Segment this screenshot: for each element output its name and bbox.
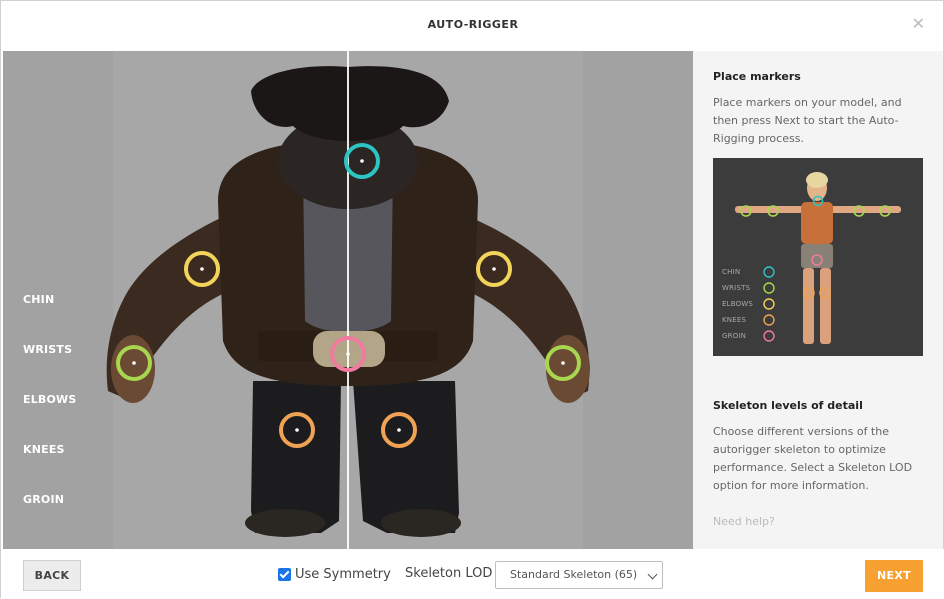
model-hat [251,66,449,141]
model-right-boot [381,509,461,537]
next-button[interactable]: NEXT [865,560,923,592]
preview-label-wrists: WRISTS [722,284,751,292]
marker-label-elbows[interactable]: ELBOWS [23,393,77,406]
symmetry-label[interactable]: Use Symmetry [295,567,391,582]
dialog-header: AUTO-RIGGER ✕ [1,1,944,51]
character-model [106,51,590,549]
need-help-link[interactable]: Need help? [713,515,775,528]
back-button[interactable]: BACK [23,560,81,591]
marker-preview-image: CHIN WRISTS ELBOWS KNEES GROIN [713,158,923,356]
preview-label-chin: CHIN [722,268,741,276]
dialog-footer: BACK Use Symmetry Skeleton LOD Standard … [1,549,944,599]
close-icon[interactable]: ✕ [912,16,925,32]
preview-label-knees: KNEES [722,316,747,324]
symmetry-checkbox[interactable] [278,567,291,581]
dialog-title: AUTO-RIGGER [427,18,519,31]
model-left-boot [245,509,325,537]
skeleton-lod-title: Skeleton levels of detail [713,399,863,412]
model-right-hand [546,335,590,403]
skeleton-lod-select[interactable]: Standard Skeleton (65) [495,561,663,589]
marker-label-wrists[interactable]: WRISTS [23,343,72,356]
place-markers-title: Place markers [713,70,801,83]
marker-label-knees[interactable]: KNEES [23,443,65,456]
instructions-panel: Place markers Place markers on your mode… [693,51,943,549]
marker-label-groin[interactable]: GROIN [23,493,64,506]
preview-label-elbows: ELBOWS [722,300,754,308]
chevron-down-icon [647,569,658,580]
symmetry-toggle[interactable]: Use Symmetry [278,566,391,582]
preview-figure [713,158,923,356]
place-markers-text: Place markers on your model, and then pr… [713,96,902,145]
auto-rigger-dialog: AUTO-RIGGER ✕ CHIN WRISTS ELBOWS KNEES G… [0,0,944,599]
skeleton-lod-text: Choose different versions of the autorig… [713,425,913,492]
skeleton-lod-value: Standard Skeleton (65) [510,568,638,581]
skeleton-lod-label: Skeleton LOD [405,566,493,581]
model-viewport[interactable]: CHIN WRISTS ELBOWS KNEES GROIN [3,51,693,549]
preview-label-groin: GROIN [722,332,747,340]
marker-label-chin[interactable]: CHIN [23,293,54,306]
